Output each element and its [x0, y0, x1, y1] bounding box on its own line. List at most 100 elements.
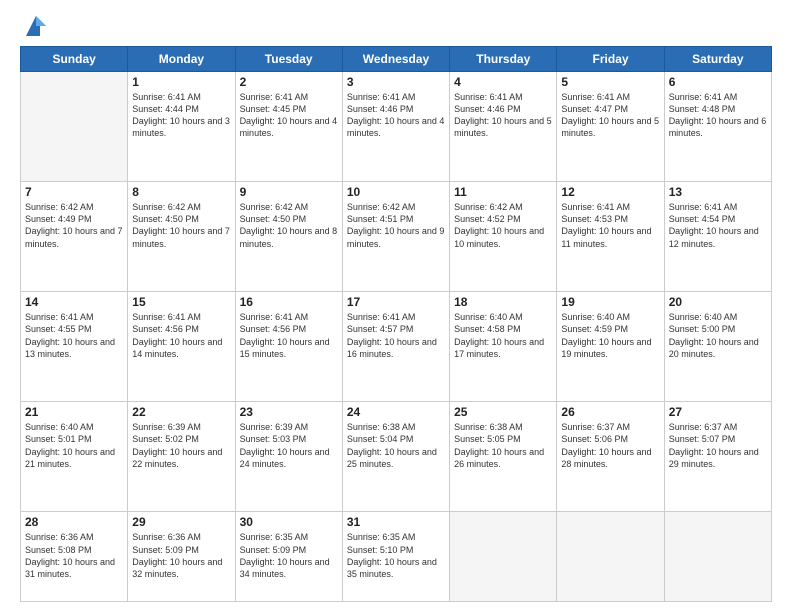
- day-number: 2: [240, 75, 338, 89]
- day-info: Sunrise: 6:41 AM Sunset: 4:57 PM Dayligh…: [347, 311, 445, 360]
- day-number: 28: [25, 515, 123, 529]
- day-number: 9: [240, 185, 338, 199]
- calendar-cell: 16Sunrise: 6:41 AM Sunset: 4:56 PM Dayli…: [235, 292, 342, 402]
- day-info: Sunrise: 6:42 AM Sunset: 4:52 PM Dayligh…: [454, 201, 552, 250]
- calendar-cell: 19Sunrise: 6:40 AM Sunset: 4:59 PM Dayli…: [557, 292, 664, 402]
- day-number: 8: [132, 185, 230, 199]
- calendar-cell: 13 Sunrise: 6:41 AM Sunset: 4:54 PM Dayli…: [664, 182, 771, 292]
- day-number: 11: [454, 185, 552, 199]
- calendar-cell: 17 Sunrise: 6:41 AM Sunset: 4:57 PM Dayli…: [342, 292, 449, 402]
- calendar-cell: 30Sunrise: 6:35 AM Sunset: 5:09 PM Dayli…: [235, 512, 342, 602]
- calendar-cell: 29 Sunrise: 6:36 AM Sunset: 5:09 PM Dayli…: [128, 512, 235, 602]
- day-number: 14: [25, 295, 123, 309]
- day-number: 12: [561, 185, 659, 199]
- day-number: 21: [25, 405, 123, 419]
- logo-icon: [22, 12, 50, 40]
- day-info: Sunrise: 6:37 AM Sunset: 5:06 PM Dayligh…: [561, 421, 659, 470]
- day-info: Sunrise: 6:35 AM Sunset: 5:09 PM Dayligh…: [240, 531, 338, 580]
- day-info: Sunrise: 6:42 AM Sunset: 4:49 PM Dayligh…: [25, 201, 123, 250]
- calendar-cell: 23 Sunrise: 6:39 AM Sunset: 5:03 PM Dayli…: [235, 402, 342, 512]
- day-number: 31: [347, 515, 445, 529]
- day-of-week-header: Sunday: [21, 47, 128, 72]
- day-info: Sunrise: 6:42 AM Sunset: 4:50 PM Dayligh…: [132, 201, 230, 250]
- day-info: Sunrise: 6:40 AM Sunset: 5:00 PM Dayligh…: [669, 311, 767, 360]
- calendar-cell: 24 Sunrise: 6:38 AM Sunset: 5:04 PM Dayli…: [342, 402, 449, 512]
- day-of-week-header: Thursday: [450, 47, 557, 72]
- day-number: 16: [240, 295, 338, 309]
- day-info: Sunrise: 6:36 AM Sunset: 5:09 PM Dayligh…: [132, 531, 230, 580]
- calendar-cell: 3 Sunrise: 6:41 AM Sunset: 4:46 PM Daylig…: [342, 72, 449, 182]
- calendar-cell: 8 Sunrise: 6:42 AM Sunset: 4:50 PM Daylig…: [128, 182, 235, 292]
- day-number: 22: [132, 405, 230, 419]
- day-info: Sunrise: 6:41 AM Sunset: 4:54 PM Dayligh…: [669, 201, 767, 250]
- day-info: Sunrise: 6:42 AM Sunset: 4:50 PM Dayligh…: [240, 201, 338, 250]
- day-number: 4: [454, 75, 552, 89]
- calendar-week-row: 21 Sunrise: 6:40 AM Sunset: 5:01 PM Dayli…: [21, 402, 772, 512]
- day-info: Sunrise: 6:41 AM Sunset: 4:55 PM Dayligh…: [25, 311, 123, 360]
- calendar-cell: 10Sunrise: 6:42 AM Sunset: 4:51 PM Dayli…: [342, 182, 449, 292]
- day-info: Sunrise: 6:41 AM Sunset: 4:46 PM Dayligh…: [347, 91, 445, 140]
- calendar-week-row: 28 Sunrise: 6:36 AM Sunset: 5:08 PM Dayli…: [21, 512, 772, 602]
- day-info: Sunrise: 6:41 AM Sunset: 4:44 PM Dayligh…: [132, 91, 230, 140]
- calendar-week-row: 7 Sunrise: 6:42 AM Sunset: 4:49 PM Daylig…: [21, 182, 772, 292]
- day-info: Sunrise: 6:41 AM Sunset: 4:45 PM Dayligh…: [240, 91, 338, 140]
- day-info: Sunrise: 6:39 AM Sunset: 5:03 PM Dayligh…: [240, 421, 338, 470]
- days-of-week-row: SundayMondayTuesdayWednesdayThursdayFrid…: [21, 47, 772, 72]
- day-info: Sunrise: 6:41 AM Sunset: 4:56 PM Dayligh…: [132, 311, 230, 360]
- calendar-week-row: 1 Sunrise: 6:41 AM Sunset: 4:44 PM Daylig…: [21, 72, 772, 182]
- day-info: Sunrise: 6:38 AM Sunset: 5:04 PM Dayligh…: [347, 421, 445, 470]
- day-info: Sunrise: 6:41 AM Sunset: 4:46 PM Dayligh…: [454, 91, 552, 140]
- calendar-cell: 22 Sunrise: 6:39 AM Sunset: 5:02 PM Dayli…: [128, 402, 235, 512]
- day-number: 17: [347, 295, 445, 309]
- calendar-cell: 2 Sunrise: 6:41 AM Sunset: 4:45 PM Daylig…: [235, 72, 342, 182]
- calendar-cell: 18 Sunrise: 6:40 AM Sunset: 4:58 PM Dayli…: [450, 292, 557, 402]
- calendar-cell: [450, 512, 557, 602]
- day-info: Sunrise: 6:39 AM Sunset: 5:02 PM Dayligh…: [132, 421, 230, 470]
- calendar-cell: 27Sunrise: 6:37 AM Sunset: 5:07 PM Dayli…: [664, 402, 771, 512]
- day-info: Sunrise: 6:41 AM Sunset: 4:48 PM Dayligh…: [669, 91, 767, 140]
- day-number: 13: [669, 185, 767, 199]
- day-info: Sunrise: 6:41 AM Sunset: 4:53 PM Dayligh…: [561, 201, 659, 250]
- day-info: Sunrise: 6:42 AM Sunset: 4:51 PM Dayligh…: [347, 201, 445, 250]
- day-number: 23: [240, 405, 338, 419]
- day-of-week-header: Wednesday: [342, 47, 449, 72]
- day-number: 24: [347, 405, 445, 419]
- day-number: 7: [25, 185, 123, 199]
- day-of-week-header: Monday: [128, 47, 235, 72]
- page: SundayMondayTuesdayWednesdayThursdayFrid…: [0, 0, 792, 612]
- day-info: Sunrise: 6:41 AM Sunset: 4:47 PM Dayligh…: [561, 91, 659, 140]
- day-number: 3: [347, 75, 445, 89]
- day-info: Sunrise: 6:35 AM Sunset: 5:10 PM Dayligh…: [347, 531, 445, 580]
- calendar-week-row: 14 Sunrise: 6:41 AM Sunset: 4:55 PM Dayli…: [21, 292, 772, 402]
- day-info: Sunrise: 6:40 AM Sunset: 5:01 PM Dayligh…: [25, 421, 123, 470]
- calendar-cell: 5 Sunrise: 6:41 AM Sunset: 4:47 PM Daylig…: [557, 72, 664, 182]
- day-info: Sunrise: 6:36 AM Sunset: 5:08 PM Dayligh…: [25, 531, 123, 580]
- calendar-cell: 28 Sunrise: 6:36 AM Sunset: 5:08 PM Dayli…: [21, 512, 128, 602]
- day-number: 6: [669, 75, 767, 89]
- calendar-cell: [664, 512, 771, 602]
- day-number: 26: [561, 405, 659, 419]
- day-number: 5: [561, 75, 659, 89]
- day-info: Sunrise: 6:40 AM Sunset: 4:58 PM Dayligh…: [454, 311, 552, 360]
- day-number: 18: [454, 295, 552, 309]
- calendar-cell: 6 Sunrise: 6:41 AM Sunset: 4:48 PM Daylig…: [664, 72, 771, 182]
- day-number: 20: [669, 295, 767, 309]
- calendar-cell: 31 Sunrise: 6:35 AM Sunset: 5:10 PM Dayli…: [342, 512, 449, 602]
- day-info: Sunrise: 6:38 AM Sunset: 5:05 PM Dayligh…: [454, 421, 552, 470]
- header: [20, 16, 772, 40]
- calendar-cell: 21 Sunrise: 6:40 AM Sunset: 5:01 PM Dayli…: [21, 402, 128, 512]
- calendar-cell: 9 Sunrise: 6:42 AM Sunset: 4:50 PM Daylig…: [235, 182, 342, 292]
- day-number: 29: [132, 515, 230, 529]
- calendar-cell: [557, 512, 664, 602]
- day-number: 1: [132, 75, 230, 89]
- calendar-cell: 7 Sunrise: 6:42 AM Sunset: 4:49 PM Daylig…: [21, 182, 128, 292]
- calendar-cell: 11 Sunrise: 6:42 AM Sunset: 4:52 PM Dayli…: [450, 182, 557, 292]
- calendar-cell: 1 Sunrise: 6:41 AM Sunset: 4:44 PM Daylig…: [128, 72, 235, 182]
- calendar-body: 1 Sunrise: 6:41 AM Sunset: 4:44 PM Daylig…: [21, 72, 772, 602]
- calendar-cell: 26 Sunrise: 6:37 AM Sunset: 5:06 PM Dayli…: [557, 402, 664, 512]
- logo: [20, 16, 50, 40]
- day-of-week-header: Tuesday: [235, 47, 342, 72]
- day-number: 25: [454, 405, 552, 419]
- calendar-cell: 25 Sunrise: 6:38 AM Sunset: 5:05 PM Dayli…: [450, 402, 557, 512]
- day-of-week-header: Saturday: [664, 47, 771, 72]
